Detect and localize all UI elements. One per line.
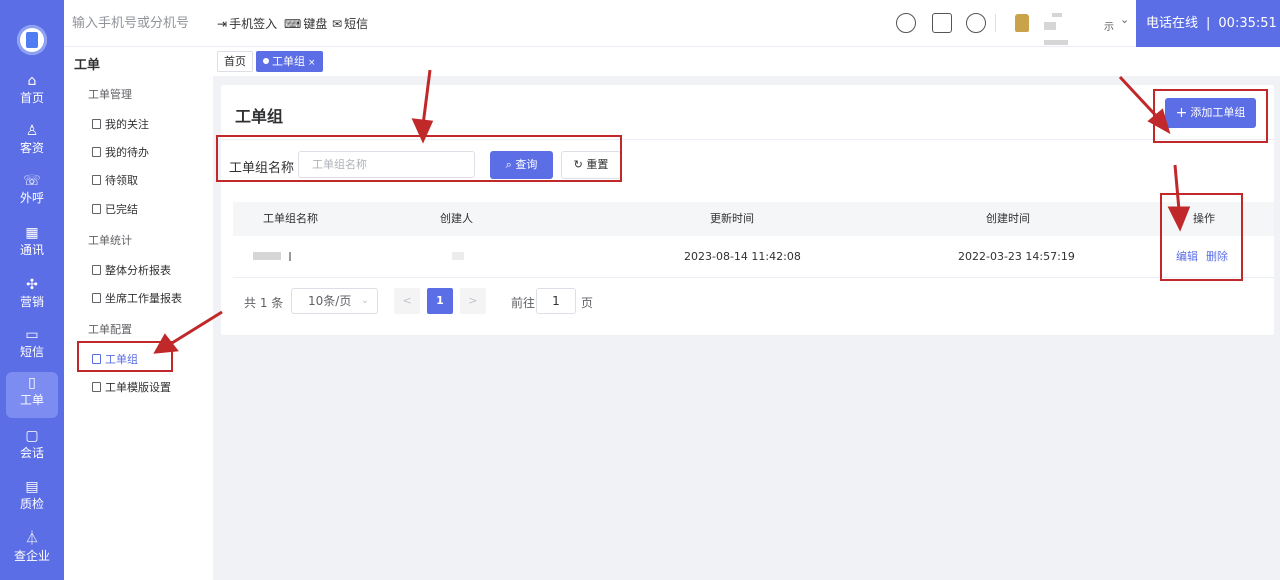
arrow-head	[1167, 206, 1191, 232]
arrow-to-menu	[171, 310, 223, 345]
annotation-arrows	[153, 69, 1191, 354]
arrow-head	[153, 333, 179, 354]
arrow-to-actions	[1173, 164, 1181, 211]
arrow-head	[411, 118, 434, 144]
arrow-to-filter	[421, 69, 432, 126]
arrow-to-add	[1118, 75, 1162, 122]
